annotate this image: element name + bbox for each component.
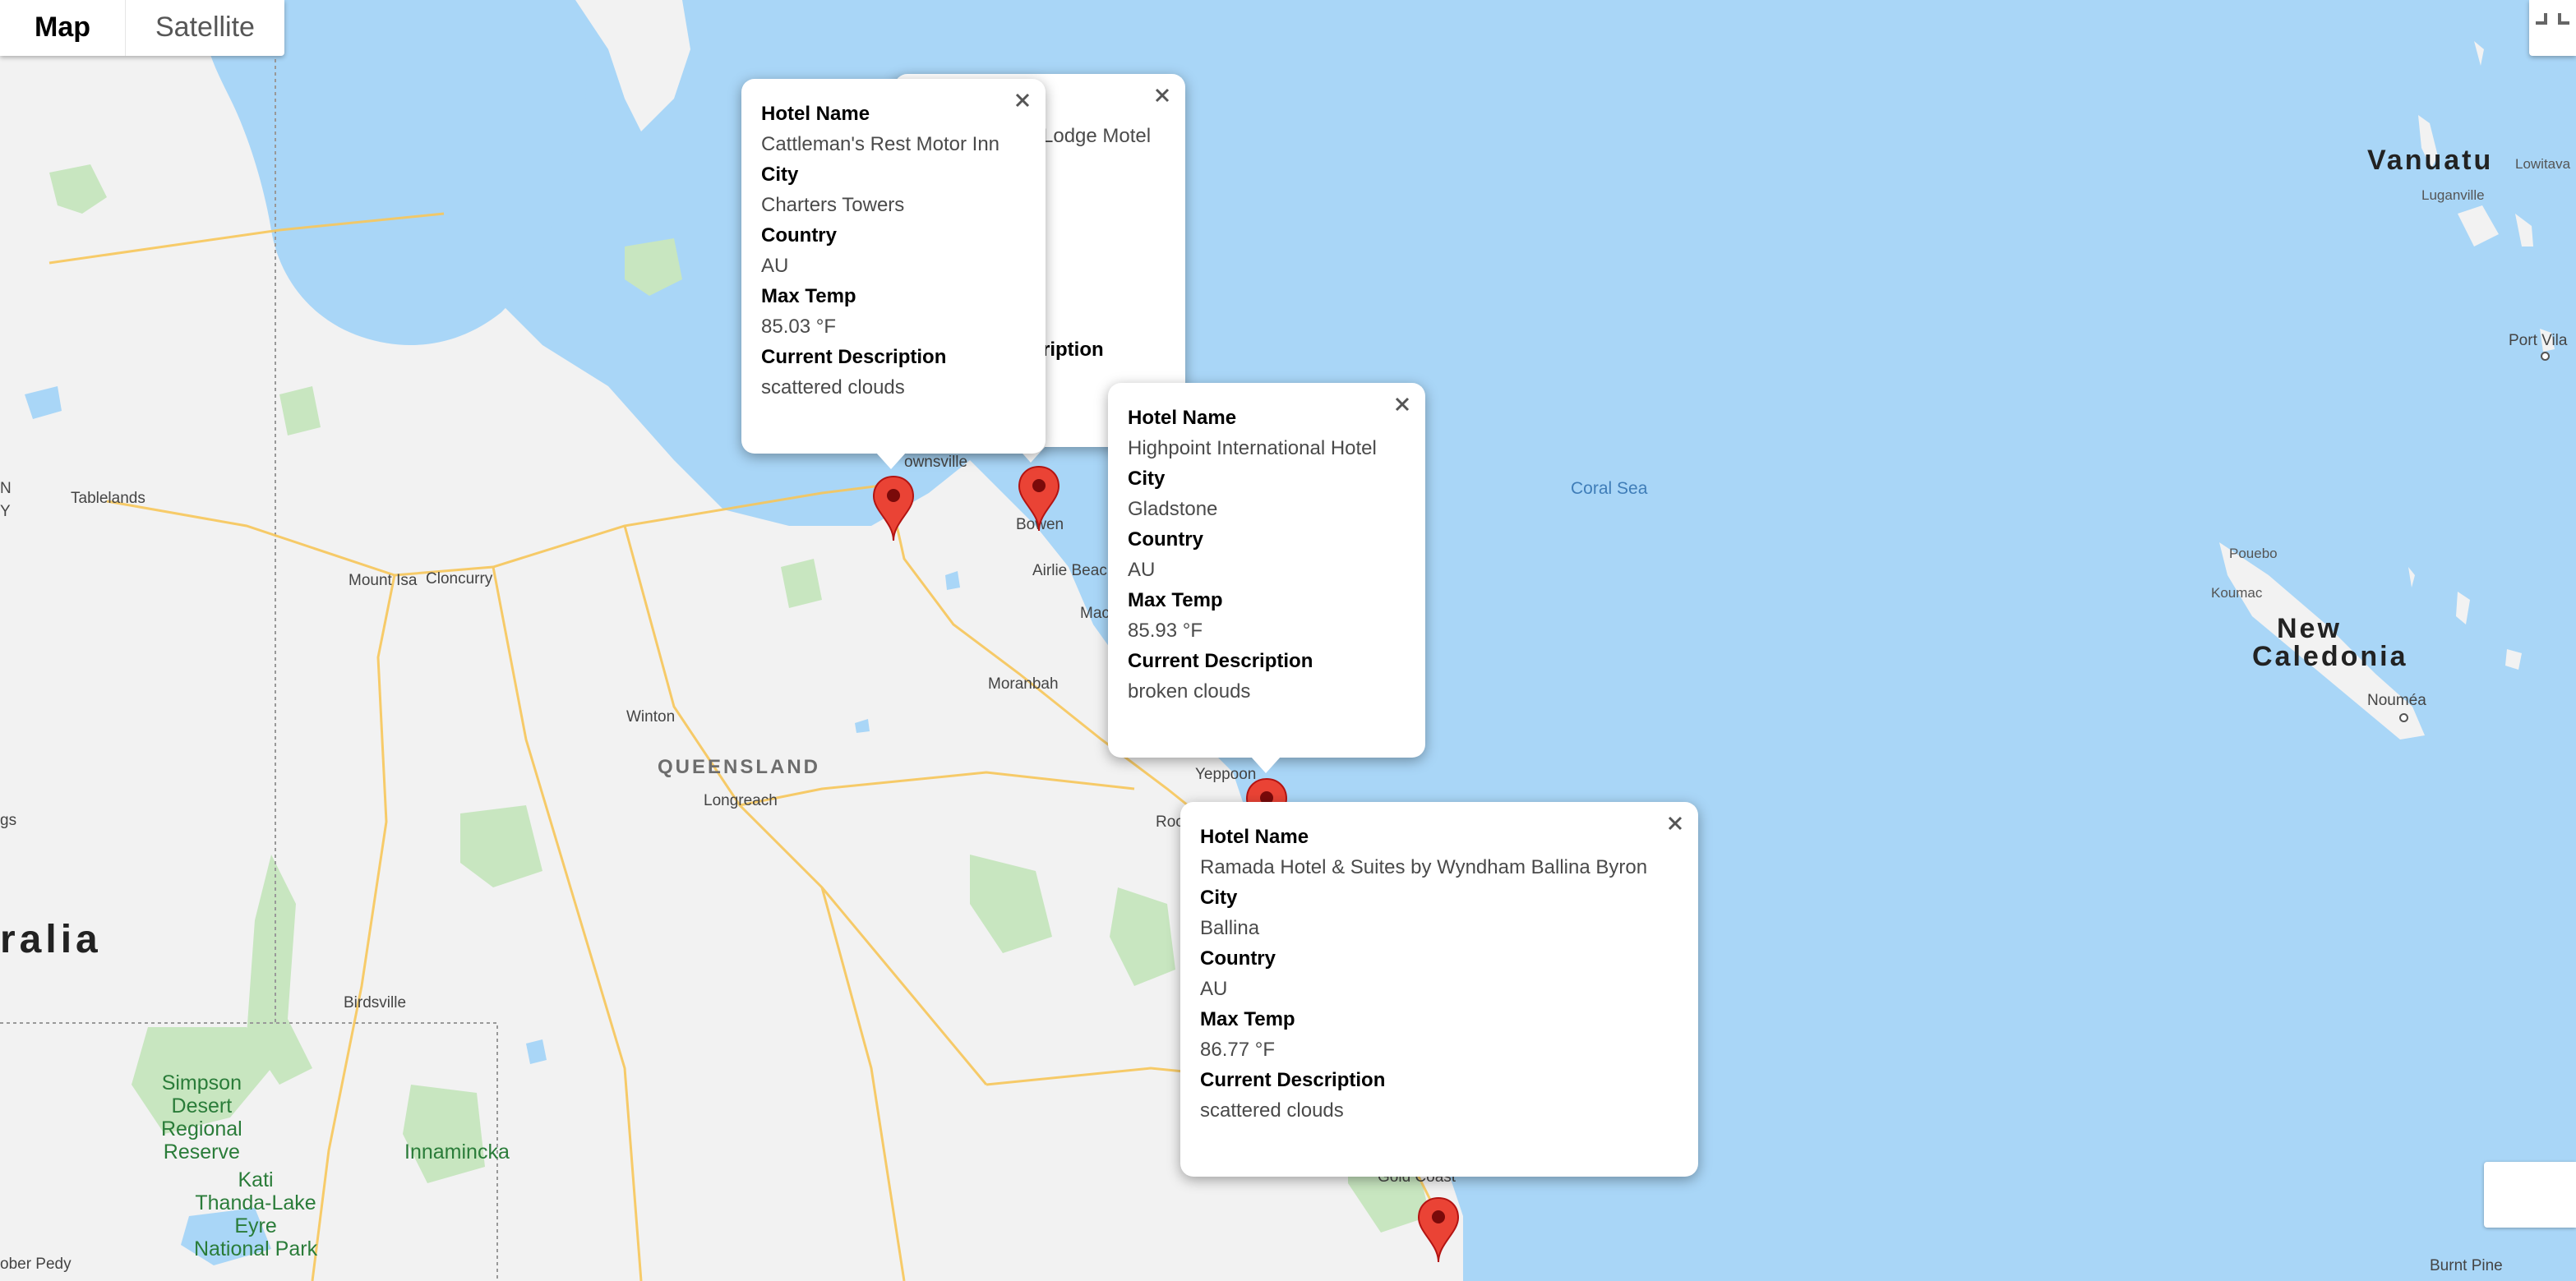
label-winton: Winton [626,708,676,726]
map-type-satellite-button[interactable]: Satellite [126,0,284,56]
fullscreen-exit-icon [2536,13,2569,25]
hotel-name-value: Cattleman's Rest Motor Inn [761,133,1000,155]
label-coral-sea: Coral Sea [1571,479,1648,498]
hotel-name-value: Lodge Motel [1042,125,1152,147]
map-pin-ballina[interactable] [1417,1196,1460,1264]
close-icon[interactable] [1147,81,1177,110]
label-longreach: Longreach [704,792,778,809]
max-temp-value: 86.77 °F [1200,1039,1275,1061]
noumea-marker [2399,713,2408,722]
country-value: AU [761,255,789,277]
label-koumac: Koumac [2211,585,2263,601]
label-kati-thanda: Kati Thanda-Lake Eyre National Park [194,1168,318,1260]
max-temp-label: Max Temp [1128,589,1223,611]
city-label: City [1200,887,1238,909]
close-icon[interactable] [1387,389,1417,419]
label-luganville: Luganville [2421,187,2485,203]
label-caledonia: Caledonia [2252,641,2408,672]
hotel-name-label: Hotel Name [1200,826,1309,848]
label-burnt-pine: Burnt Pine [2430,1257,2503,1274]
hotel-name-value: Highpoint International Hotel [1128,437,1377,459]
city-value: Gladstone [1128,498,1218,520]
max-temp-label: Max Temp [761,285,856,307]
label-left-n: N [0,480,12,497]
info-window-ballina: Hotel Name Ramada Hotel & Suites by Wynd… [1180,802,1698,1177]
label-simpson-desert: Simpson Desert Regional Reserve [161,1071,242,1163]
description-value: scattered clouds [1200,1099,1344,1122]
max-temp-label: Max Temp [1200,1008,1295,1030]
hotel-name-value: Ramada Hotel & Suites by Wyndham Ballina… [1200,856,1648,878]
max-temp-value: 85.93 °F [1128,620,1203,642]
map-pin-bowen[interactable] [1018,465,1060,532]
description-label: Current Description [1200,1069,1386,1091]
map-pin-charters-towers[interactable] [872,475,915,542]
country-label: Country [761,224,837,247]
map-type-control: Map Satellite [0,0,284,56]
label-mount-isa: Mount Isa [349,572,418,589]
description-label: Current Description [1128,650,1313,672]
city-label: City [1128,468,1166,490]
map-type-map-button[interactable]: Map [0,0,126,56]
label-rockhampton: Roc [1156,813,1184,831]
label-cloncurry: Cloncurry [426,570,493,588]
city-label: City [761,164,799,186]
country-value: AU [1128,559,1156,581]
label-queensland: QUEENSLAND [658,756,821,778]
info-window-charters-towers: Hotel Name Cattleman's Rest Motor Inn Ci… [741,79,1046,469]
label-port-vila: Port Vila [2509,332,2568,349]
info-window-gladstone: Hotel Name Highpoint International Hotel… [1108,383,1425,773]
city-value: Charters Towers [761,194,905,216]
fullscreen-button[interactable] [2529,0,2576,56]
description-value: scattered clouds [761,376,905,399]
label-lowitava: Lowitava [2515,156,2571,172]
country-label: Country [1200,947,1276,970]
label-airlie-beach: Airlie Beach [1032,562,1116,579]
label-birdsville: Birdsville [344,994,407,1011]
label-innamincka: Innamincka [404,1140,510,1163]
hotel-name-label: Hotel Name [1128,407,1237,429]
label-mackay: Mac [1080,605,1110,622]
country-value: AU [1200,978,1228,1000]
country-label: Country [1128,528,1203,551]
label-vanuatu: Vanuatu [2367,145,2494,176]
label-townsville: ownsville [904,454,968,471]
label-noumea: Nouméa [2367,692,2426,709]
label-tablelands: Tablelands [71,490,145,507]
close-icon[interactable] [1660,809,1690,838]
close-icon[interactable] [1008,85,1037,115]
max-temp-value: 85.03 °F [761,316,836,338]
label-coober-pedy: ober Pedy [0,1256,72,1273]
label-australia: ralia [0,918,102,961]
port-vila-marker [2541,352,2550,361]
description-label: Current Description [761,346,947,368]
city-value: Ballina [1200,917,1260,939]
label-left-y: Y [0,503,11,520]
label-pouebo: Pouebo [2229,546,2278,561]
label-left-gs: gs [0,812,17,829]
description-label: ription [1042,339,1104,361]
description-value: broken clouds [1128,680,1251,703]
hotel-name-label: Hotel Name [761,103,870,125]
label-moranbah: Moranbah [988,675,1059,693]
map-side-control[interactable] [2484,1162,2576,1228]
